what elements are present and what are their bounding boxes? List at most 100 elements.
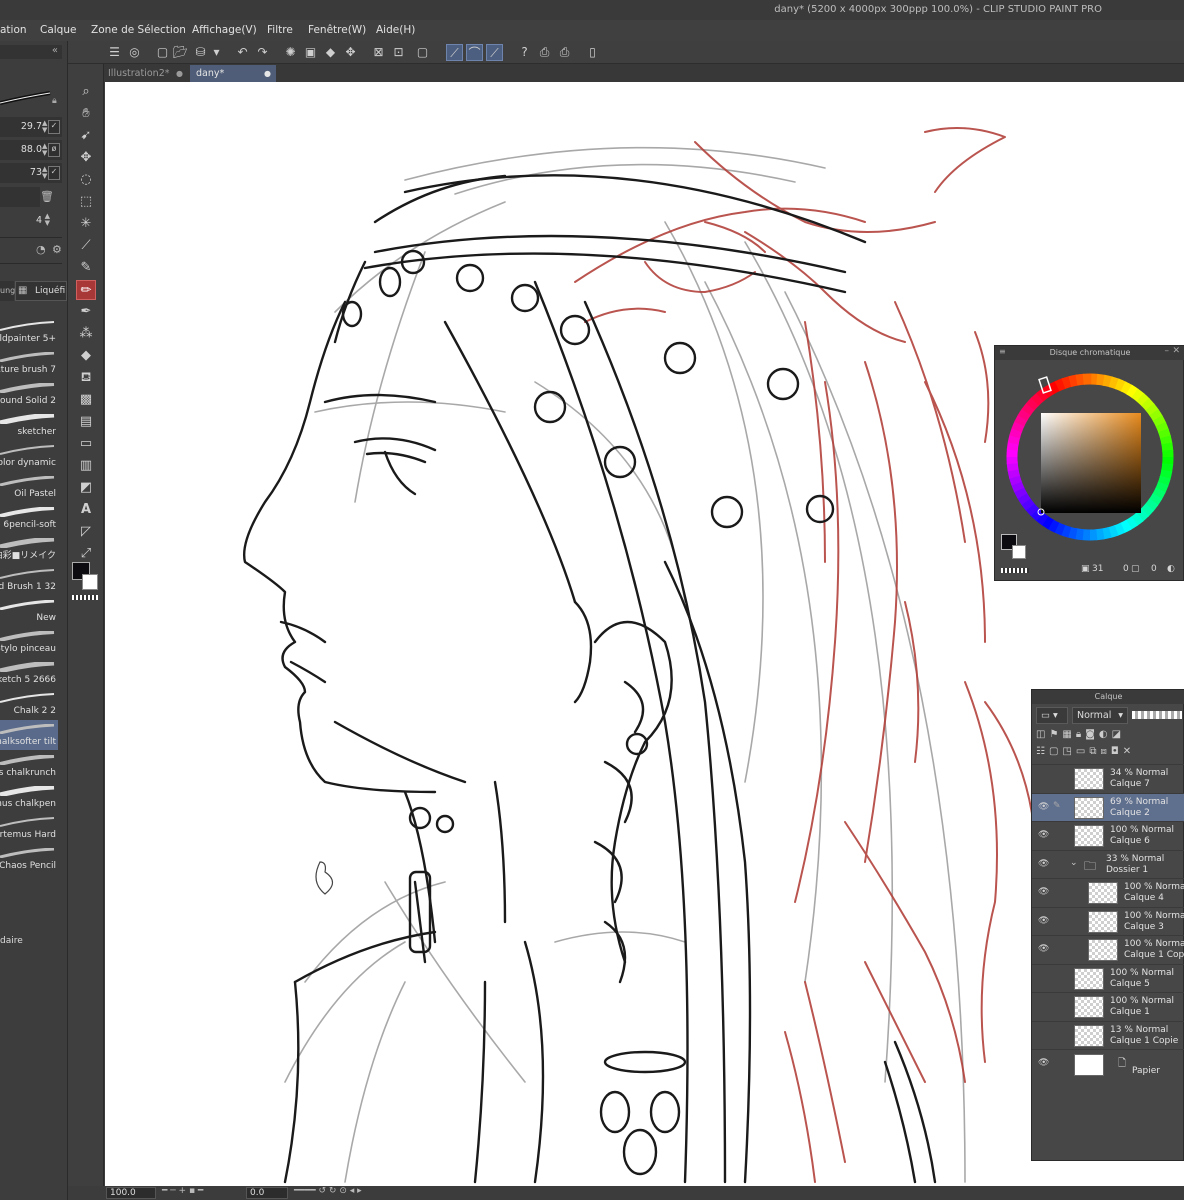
layer-row[interactable]: 100 % Normal Calque 1	[1032, 992, 1184, 1020]
eraser-icon[interactable]: ◆	[76, 346, 96, 366]
figure-icon[interactable]: ▭	[76, 434, 96, 454]
brush-item[interactable]: sketcher	[0, 410, 58, 440]
layer-row[interactable]: 👁︎ 100 % Normal Calque 4	[1032, 878, 1184, 906]
lock-slot[interactable]	[1053, 943, 1062, 955]
eye-icon[interactable]: 👁︎	[1038, 830, 1049, 840]
density-field[interactable]: 73 ▲ ▼ ✓	[0, 163, 62, 183]
balloon-icon[interactable]: ◸	[76, 522, 96, 542]
new-raster-icon[interactable]: ▢	[1049, 746, 1062, 757]
lock-slot[interactable]	[1053, 772, 1062, 784]
brush-size-field[interactable]: 29.7 ▲ ▼ ✓	[0, 117, 62, 137]
snap-ruler-icon[interactable]: ⟋	[446, 44, 463, 61]
palette-icon[interactable]: ◪	[1112, 729, 1125, 740]
lasso-icon[interactable]: ◌	[76, 170, 96, 190]
layer-row[interactable]: 👁︎ 100 % Normal Calque 6	[1032, 821, 1184, 849]
pressure-toggle-icon[interactable]: ✓	[48, 120, 60, 134]
brush-item[interactable]: ketch 5 2666	[0, 658, 58, 688]
transparent-color-icon[interactable]	[72, 595, 98, 600]
snap-grid-icon[interactable]: ⟋	[486, 44, 503, 61]
mask-add-icon[interactable]: ◘	[1111, 746, 1123, 757]
ruler-icon[interactable]: ▥	[76, 456, 96, 476]
brush-item[interactable]: Chalk 2 2	[0, 689, 58, 719]
opacity-field[interactable]: 88.0 ▲ ▼ ø	[0, 140, 62, 160]
dropdown-icon[interactable]: ▾	[208, 44, 225, 61]
lock-icon[interactable]: 🔒︎	[52, 96, 57, 106]
lock-alpha-icon[interactable]: ▦	[1062, 729, 1075, 740]
lock-slot[interactable]	[1053, 1029, 1062, 1041]
eye-icon[interactable]: 👁︎	[1038, 944, 1049, 954]
wheel-mode-icon[interactable]: ◐	[1167, 564, 1175, 574]
snap-off-icon[interactable]: ▢	[414, 44, 431, 61]
selection-icon[interactable]: ⬚	[76, 192, 96, 212]
menu-item-filtre[interactable]: Filtre	[267, 24, 293, 36]
layer-row[interactable]: 👁︎ 100 % Normal Calque 3	[1032, 906, 1184, 935]
mask-icon[interactable]: ◙	[1085, 729, 1099, 740]
brush-icon[interactable]: ✒︎	[76, 302, 96, 322]
chevron-down-icon[interactable]: ⌄	[1070, 858, 1078, 868]
pen-icon[interactable]: ✎	[76, 258, 96, 278]
lock-slot[interactable]	[1053, 858, 1062, 870]
sub-color-swatch[interactable]	[1012, 545, 1026, 559]
grip-icon[interactable]: ≡	[999, 347, 1006, 356]
operation-icon[interactable]: ➹	[76, 126, 96, 146]
eye-icon[interactable]: 👁︎	[1038, 802, 1049, 812]
rotation-field[interactable]: 0.0	[246, 1187, 288, 1199]
text-icon[interactable]: A	[76, 500, 96, 520]
opacity-slider[interactable]	[1132, 711, 1182, 719]
eye-icon[interactable]: 👁︎	[1038, 916, 1049, 926]
smartphone-icon[interactable]: ▯	[584, 44, 601, 61]
correct-line-icon[interactable]: ⤢	[76, 544, 96, 564]
ruler-icon[interactable]: ◐	[1099, 729, 1112, 740]
brush-item[interactable]: ed Brush 1 32	[0, 565, 58, 595]
new-file-icon[interactable]: ▢	[154, 44, 171, 61]
trash-icon[interactable]: 🗑︎	[40, 190, 54, 203]
close-icon[interactable]: ●	[176, 69, 183, 78]
brush-item[interactable]: New	[0, 596, 58, 626]
snap-special-ruler-icon[interactable]: ⌒	[466, 44, 483, 61]
menu-icon[interactable]: ☰	[106, 44, 123, 61]
rotation-slider-icon[interactable]: ━━━━ ↺ ↻ ⊙ ◂ ▸	[294, 1186, 362, 1196]
brush-item[interactable]: exture brush 7	[0, 348, 58, 378]
lock-slot[interactable]	[1053, 915, 1062, 927]
brush-item[interactable]: Chaos Pencil	[0, 844, 58, 874]
eye-icon[interactable]: 👁︎	[1038, 1058, 1049, 1068]
help-icon[interactable]: ?	[516, 44, 533, 61]
brush-item[interactable]: Feldpainter 5+	[0, 317, 58, 347]
brush-item[interactable]: Stylo pinceau	[0, 627, 58, 657]
snap-icon[interactable]: ⊡	[390, 44, 407, 61]
ref-icon[interactable]: ⚑	[1049, 729, 1062, 740]
menu-item-aide[interactable]: Aide(H)	[376, 24, 415, 36]
clip-studio-icon[interactable]: ◎	[126, 44, 143, 61]
undo-icon[interactable]: ↶	[234, 44, 251, 61]
menu-item-calque[interactable]: Calque	[40, 24, 76, 36]
tab-dany[interactable]: dany* ●	[190, 65, 276, 82]
texture-field[interactable]	[0, 187, 40, 207]
layer-list-icon[interactable]: ☷	[1036, 746, 1049, 757]
gradient-icon[interactable]: ▤	[76, 412, 96, 432]
eyedropper-icon[interactable]: ⟋	[76, 236, 96, 256]
color-wheel[interactable]	[1001, 368, 1179, 546]
save-icon[interactable]: ⛁	[192, 44, 209, 61]
zoom-icon[interactable]: ⌕	[76, 82, 96, 102]
eye-icon[interactable]: 👁︎	[1038, 887, 1049, 897]
tab-illustration2[interactable]: Illustration2* ●	[102, 65, 188, 82]
open-folder-icon[interactable]: 📂︎	[172, 44, 189, 61]
lock-slot[interactable]	[1053, 1000, 1062, 1012]
clear-icon[interactable]: ✺	[282, 44, 299, 61]
lock-slot[interactable]	[1053, 1057, 1062, 1069]
wrench-icon[interactable]: ⚙	[52, 243, 62, 256]
magic-wand-icon[interactable]: ✳	[76, 214, 96, 234]
menu-item-fenetre[interactable]: Fenêtre(W)	[308, 24, 366, 36]
lock-icon[interactable]: 🔒︎	[1076, 729, 1085, 740]
brush-item[interactable]: us chalkrunch	[0, 751, 58, 781]
sub-color-swatch[interactable]	[82, 574, 98, 590]
collapse-icon[interactable]: «	[52, 45, 58, 56]
layer-row[interactable]: 34 % Normal Calque 7	[1032, 764, 1184, 792]
zoom-field[interactable]: 100.0	[106, 1187, 156, 1199]
export-png-icon[interactable]: ⎙	[536, 44, 553, 61]
brush-item[interactable]: Round Solid 2	[0, 379, 58, 409]
lock-slot[interactable]	[1053, 886, 1062, 898]
clip-icon[interactable]: ◫	[1036, 729, 1049, 740]
menu-item-affichage[interactable]: Affichage(V)	[192, 24, 257, 36]
minimize-icon[interactable]: –	[1165, 346, 1170, 356]
